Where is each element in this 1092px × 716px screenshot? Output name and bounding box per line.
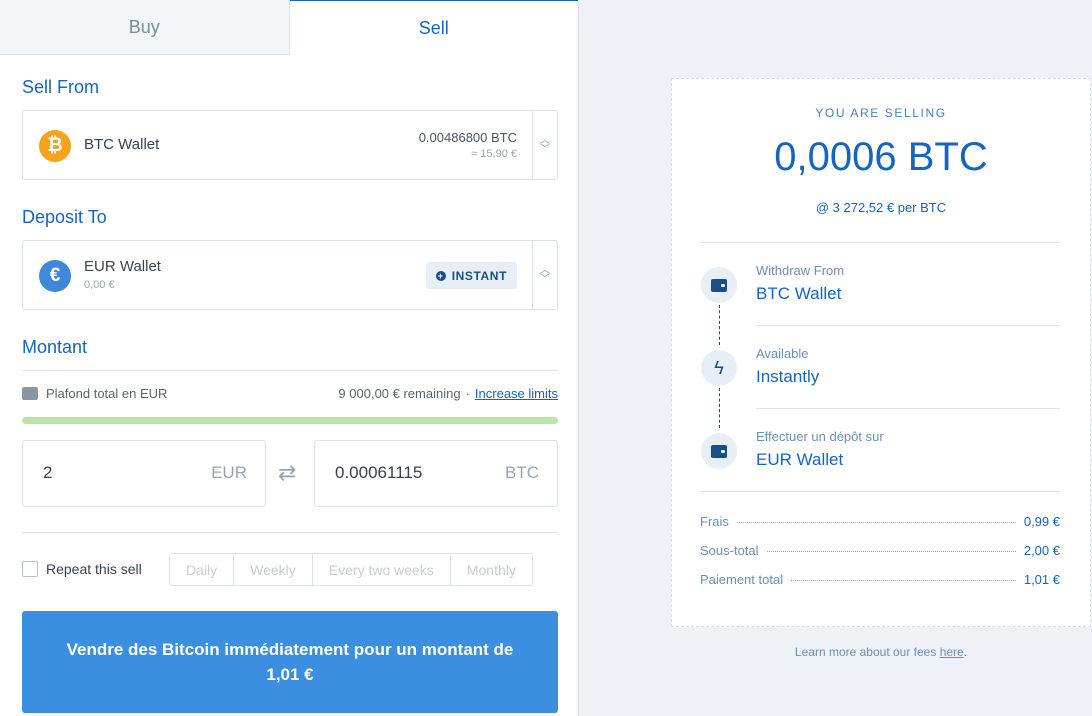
amount-title: Montant [22,337,88,357]
frequency-every-two-weeks[interactable]: Every two weeks [313,554,451,585]
step-label: Withdraw From [756,263,845,278]
trade-tabs: Buy Sell [0,0,578,55]
deposit-to-title: Deposit To [22,207,107,227]
deposit-to-wallet-select[interactable]: € EUR Wallet 0,00 € + INSTANT ︿ ﹀ [22,240,558,310]
fee-value: 1,01 € [1023,572,1060,587]
divider [756,408,1060,409]
tab-sell[interactable]: Sell [289,0,578,55]
increase-limits-link[interactable]: Increase limits [475,386,558,401]
euro-icon: € [39,260,71,292]
step-label: Available [756,346,809,361]
chevron-updown-icon[interactable]: ︿ ﹀ [532,111,557,179]
wallet-name: BTC Wallet [84,136,160,153]
divider [756,325,1060,326]
subtotal-row: Sous-total 2,00 € [700,543,1060,558]
fee-value: 0,99 € [1023,514,1060,529]
repeat-checkbox[interactable] [22,561,38,577]
repeat-sell[interactable]: Repeat this sell [22,561,142,577]
wallet-icon [701,433,737,469]
wallet-icon [22,387,38,400]
divider [22,532,558,533]
fiat-amount-value: 2 [43,463,53,482]
sell-from-wallet-select[interactable]: ₿ BTC Wallet 0.00486800 BTC ≈ 15,90 € ︿ ﹀ [22,110,558,180]
step-label: Effectuer un dépôt sur [756,429,884,444]
tab-buy[interactable]: Buy [0,0,290,55]
wallet-icon [701,267,737,303]
repeat-frequency-group: Daily Weekly Every two weeks Monthly [169,553,533,586]
sell-now-button[interactable]: Vendre des Bitcoin immédiatement pour un… [22,611,558,713]
repeat-label: Repeat this sell [46,561,142,577]
limit-row: Plafond total en EUR 9 000,00 € remainin… [22,386,558,401]
fees-here-link[interactable]: here [940,645,964,659]
separator: · [465,386,470,401]
trade-panel: Buy Sell Sell From ₿ BTC Wallet 0.004868… [0,0,579,716]
chevron-updown-icon[interactable]: ︿ ﹀ [532,241,557,309]
frequency-monthly[interactable]: Monthly [451,554,532,585]
instant-badge: + INSTANT [425,262,517,289]
wallet-balance-fiat: ≈ 15,90 € [471,148,517,160]
fiat-amount-input[interactable]: 2 EUR [22,440,266,507]
bitcoin-icon: ₿ [39,130,71,162]
summary-amount: 0,0006 BTC [774,135,988,179]
limit-progress-bar [22,417,558,424]
summary-label: YOU ARE SELLING [815,106,947,120]
swap-icon[interactable]: ⇄ [278,460,296,486]
crypto-currency: BTC [505,463,539,482]
step-connector [719,305,720,345]
frequency-weekly[interactable]: Weekly [234,554,313,585]
step-value: Instantly [756,367,820,386]
lightning-icon: ϟ [701,350,737,386]
step-value: EUR Wallet [756,450,844,469]
divider [22,370,558,371]
crypto-amount-input[interactable]: 0.00061115 BTC [314,440,558,507]
divider [700,242,1060,243]
wallet-balance: 0.00486800 BTC [418,130,517,145]
sell-from-title: Sell From [22,77,100,97]
summary-rate: @ 3 272,52 € per BTC [815,200,947,215]
fee-value: 2,00 € [1023,543,1060,558]
total-row: Paiement total 1,01 € [700,572,1060,587]
divider [700,491,1060,492]
footer-text: Learn more about our fees [794,645,940,659]
fee-label: Paiement total [700,572,784,587]
plus-circle-icon: + [435,270,446,281]
fee-label: Frais [700,514,729,529]
step-connector [719,388,720,428]
badge-label: INSTANT [451,268,507,283]
frequency-daily[interactable]: Daily [170,554,235,585]
limit-label: Plafond total en EUR [46,386,168,401]
fiat-currency: EUR [211,463,247,482]
wallet-name: EUR Wallet [84,258,161,275]
fees-footer: Learn more about our fees here. [794,645,968,659]
fee-label: Sous-total [700,543,759,558]
wallet-balance: 0,00 € [84,279,115,291]
step-value: BTC Wallet [756,284,842,303]
order-summary: YOU ARE SELLING 0,0006 BTC @ 3 272,52 € … [671,78,1091,627]
fee-row: Frais 0,99 € [700,514,1060,529]
crypto-amount-value: 0.00061115 [335,463,423,482]
limit-remaining: 9 000,00 € remaining [338,386,461,401]
